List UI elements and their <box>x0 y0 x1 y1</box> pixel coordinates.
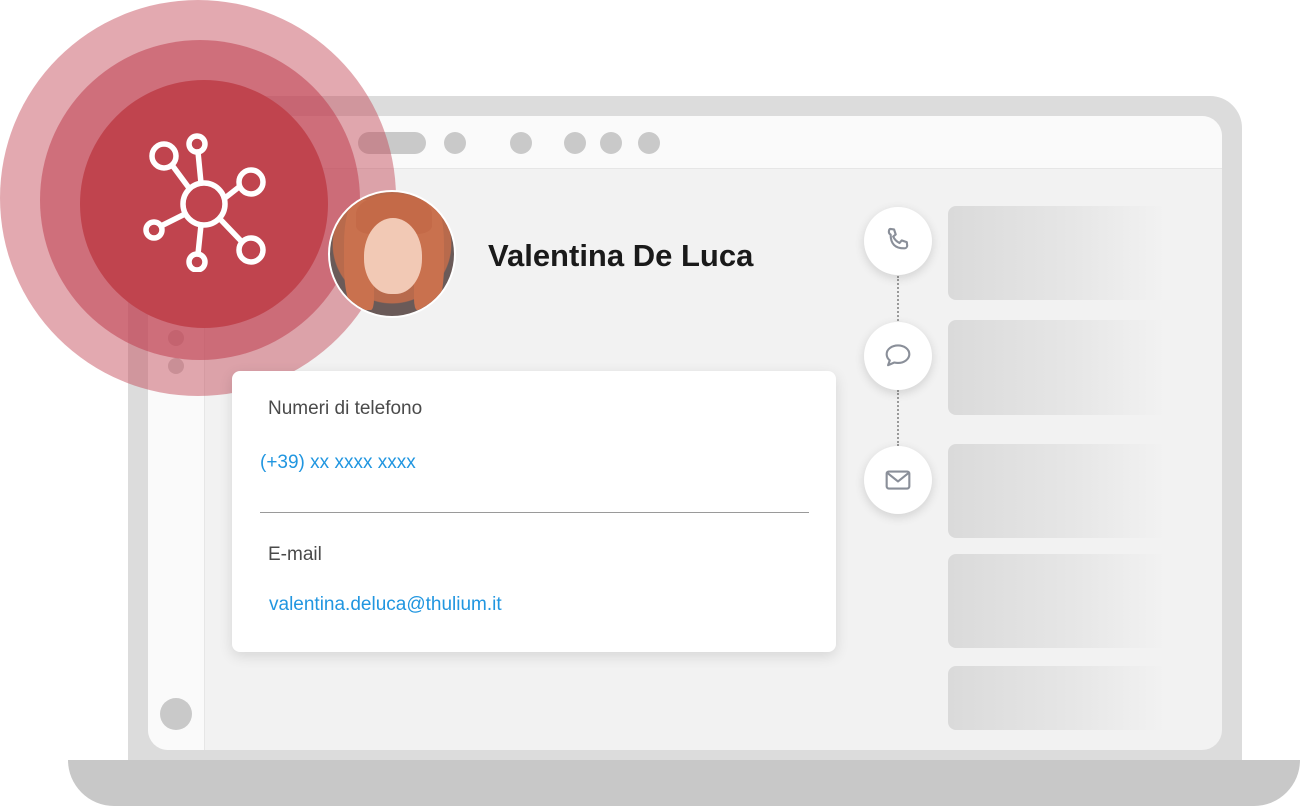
activity-placeholder <box>948 444 1300 538</box>
hub-network-icon <box>143 133 266 272</box>
laptop-base <box>68 760 1300 806</box>
titlebar-dot <box>638 132 660 154</box>
channel-connector <box>897 276 899 324</box>
phone-label: Numeri di telefono <box>268 398 423 419</box>
sidebar-user-button[interactable] <box>160 698 192 730</box>
activity-placeholder <box>948 666 1300 730</box>
phone-icon <box>887 227 909 250</box>
titlebar-dot <box>600 132 622 154</box>
titlebar-dot <box>444 132 466 154</box>
email-button[interactable] <box>864 446 932 514</box>
contact-name: Valentina De Luca <box>488 238 754 273</box>
avatar <box>328 190 456 318</box>
contact-details-card: Numeri di telefono (+39) xx xxxx xxxx E-… <box>232 371 836 652</box>
channel-connector <box>897 390 899 446</box>
card-divider <box>260 512 809 513</box>
email-label: E-mail <box>268 544 322 565</box>
chat-bubble-icon <box>885 344 911 367</box>
call-button[interactable] <box>864 207 932 275</box>
activity-placeholder <box>948 320 1300 415</box>
activity-placeholder <box>948 206 1300 300</box>
titlebar-dot <box>564 132 586 154</box>
titlebar-dot <box>510 132 532 154</box>
phone-link[interactable]: (+39) xx xxxx xxxx <box>260 452 416 474</box>
avatar-face <box>364 218 422 294</box>
envelope-icon <box>885 470 911 490</box>
chat-button[interactable] <box>864 322 932 390</box>
email-link[interactable]: valentina.deluca@thulium.it <box>269 594 502 616</box>
activity-placeholder <box>948 554 1300 648</box>
